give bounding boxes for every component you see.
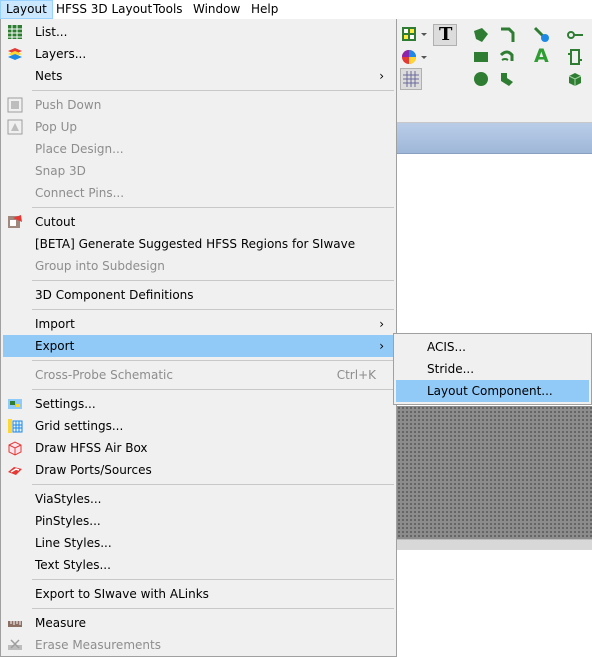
menu-item-settings[interactable]: Settings... <box>3 393 394 415</box>
menu-separator <box>32 484 394 485</box>
menu-item-push-down[interactable]: Push Down <box>3 94 394 116</box>
menu-item-3d-component-definitions[interactable]: 3D Component Definitions <box>3 284 394 306</box>
toolbar-area: T A <box>397 19 592 123</box>
polygon-tool-icon[interactable] <box>471 25 491 45</box>
menu-separator <box>32 579 394 580</box>
shortcut-label: Ctrl+K <box>336 368 376 382</box>
menu-help[interactable]: Help <box>246 0 283 19</box>
menu-hfss-3d-layout[interactable]: HFSS 3D Layout <box>51 0 157 19</box>
dropdown-arrow-icon[interactable] <box>419 47 429 67</box>
menu-item-pin-styles[interactable]: PinStyles... <box>3 510 394 532</box>
menu-separator <box>32 608 394 609</box>
menu-item-snap-3d[interactable]: Snap 3D <box>3 160 394 182</box>
submenu-item-layout-component[interactable]: Layout Component... <box>396 380 589 402</box>
menu-item-export-to-siwave[interactable]: Export to SIwave with ALinks <box>3 583 394 605</box>
menu-separator <box>32 207 394 208</box>
menu-item-export[interactable]: Export › <box>3 335 394 357</box>
text-tool-button[interactable]: T <box>433 24 457 46</box>
menu-item-pop-up[interactable]: Pop Up <box>3 116 394 138</box>
pin-tool-icon[interactable] <box>565 25 585 45</box>
component-tool-icon[interactable] <box>565 47 585 67</box>
menu-separator <box>32 280 394 281</box>
annotation-tool-icon[interactable]: A <box>531 45 551 67</box>
layers-icon <box>7 46 23 62</box>
menu-item-group-into-subdesign[interactable]: Group into Subdesign <box>3 255 394 277</box>
submenu-chevron-icon: › <box>379 339 384 353</box>
menu-item-layers[interactable]: Layers... <box>3 43 394 65</box>
layout-menu: List... Layers... Nets › Push Down Pop U… <box>0 19 397 657</box>
path-tool-icon[interactable] <box>497 69 517 89</box>
menu-item-erase-measurements[interactable]: Erase Measurements <box>3 634 394 656</box>
menu-item-draw-hfss-air-box[interactable]: Draw HFSS Air Box <box>3 437 394 459</box>
layout-canvas-mesh-region[interactable] <box>397 406 592 539</box>
line-tool-icon[interactable] <box>497 25 517 45</box>
cutout-icon <box>7 214 23 230</box>
layout-canvas-divider <box>397 539 592 550</box>
menu-item-line-styles[interactable]: Line Styles... <box>3 532 394 554</box>
3d-box-tool-icon[interactable] <box>565 69 585 89</box>
color-wheel-icon[interactable] <box>400 47 420 67</box>
component-library-icon[interactable] <box>400 25 420 45</box>
menu-layout[interactable]: Layout <box>0 0 53 19</box>
design-window-titlebar <box>397 123 592 154</box>
grid-toggle-icon[interactable] <box>400 68 422 90</box>
push-down-icon <box>7 97 23 113</box>
menu-separator <box>32 90 394 91</box>
menu-tools[interactable]: Tools <box>148 0 188 19</box>
dropdown-arrow-icon[interactable] <box>419 25 429 45</box>
submenu-item-acis[interactable]: ACIS... <box>396 336 589 358</box>
export-submenu: ACIS... Stride... Layout Component... <box>393 333 592 405</box>
menu-item-cutout[interactable]: Cutout <box>3 211 394 233</box>
layout-canvas-lower[interactable] <box>397 550 592 657</box>
menubar: Layout HFSS 3D Layout Tools Window Help <box>0 0 592 19</box>
list-icon <box>7 24 23 40</box>
air-box-icon <box>7 440 23 456</box>
circle-tool-icon[interactable] <box>471 69 491 89</box>
menu-item-list[interactable]: List... <box>3 21 394 43</box>
menu-item-generate-hfss-regions[interactable]: [BETA] Generate Suggested HFSS Regions f… <box>3 233 394 255</box>
text-tool-icon: T <box>439 24 453 45</box>
menu-item-cross-probe-schematic[interactable]: Cross-Probe Schematic Ctrl+K <box>3 364 394 386</box>
menu-separator <box>32 309 394 310</box>
menu-item-place-design[interactable]: Place Design... <box>3 138 394 160</box>
ports-icon <box>7 462 23 478</box>
menu-separator <box>32 360 394 361</box>
settings-icon <box>7 396 23 412</box>
menu-window[interactable]: Window <box>188 0 245 19</box>
menu-item-text-styles[interactable]: Text Styles... <box>3 554 394 576</box>
submenu-item-stride[interactable]: Stride... <box>396 358 589 380</box>
menu-item-via-styles[interactable]: ViaStyles... <box>3 488 394 510</box>
menu-item-import[interactable]: Import › <box>3 313 394 335</box>
ruler-icon <box>7 615 23 631</box>
pop-up-icon <box>7 119 23 135</box>
erase-measure-icon <box>7 637 23 653</box>
menu-separator <box>32 389 394 390</box>
arc-tool-icon[interactable] <box>497 47 517 67</box>
submenu-chevron-icon: › <box>379 317 384 331</box>
menu-item-draw-ports-sources[interactable]: Draw Ports/Sources <box>3 459 394 481</box>
menu-item-grid-settings[interactable]: Grid settings... <box>3 415 394 437</box>
menu-item-connect-pins[interactable]: Connect Pins... <box>3 182 394 204</box>
menu-item-measure[interactable]: Measure <box>3 612 394 634</box>
menu-item-nets[interactable]: Nets › <box>3 65 394 87</box>
submenu-chevron-icon: › <box>379 69 384 83</box>
grid-settings-icon <box>7 418 23 434</box>
rectangle-tool-icon[interactable] <box>471 47 491 67</box>
via-tool-icon[interactable] <box>531 25 551 45</box>
